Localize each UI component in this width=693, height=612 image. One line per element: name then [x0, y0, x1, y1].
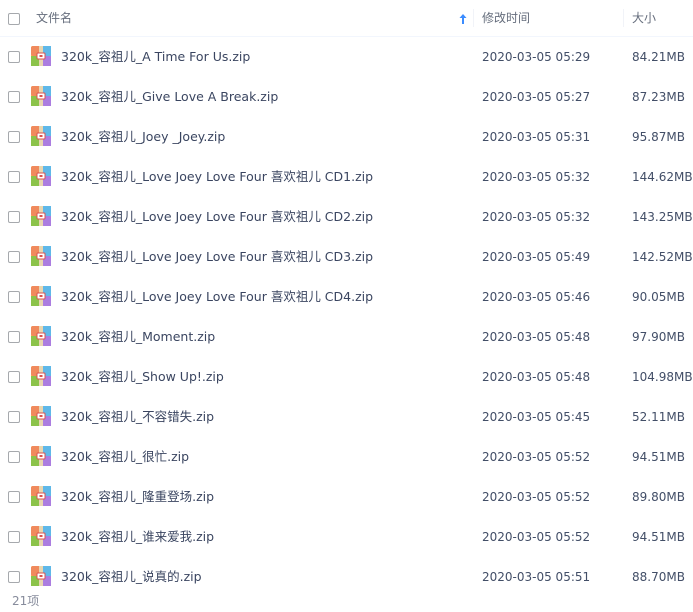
file-row[interactable]: 320k_容祖儿_A Time For Us.zip 2020-03-05 05:…: [0, 37, 693, 77]
row-checkbox[interactable]: [8, 211, 20, 223]
file-modified-date: 2020-03-05 05:49: [482, 250, 591, 264]
file-row[interactable]: 320k_容祖儿_Give Love A Break.zip 2020-03-05…: [0, 77, 693, 117]
file-name[interactable]: 320k_容祖儿_Give Love A Break.zip: [61, 77, 278, 117]
file-modified-date: 2020-03-05 05:32: [482, 210, 591, 224]
file-size: 144.62MB: [632, 170, 693, 184]
file-modified-date: 2020-03-05 05:46: [482, 290, 591, 304]
file-size: 94.51MB: [632, 530, 685, 544]
file-row[interactable]: 320k_容祖儿_不容错失.zip 2020-03-05 05:45 52.11MB: [0, 397, 693, 437]
file-size: 142.52MB: [632, 250, 693, 264]
file-row[interactable]: 320k_容祖儿_隆重登场.zip 2020-03-05 05:52 89.80MB: [0, 477, 693, 517]
file-size: 88.70MB: [632, 570, 685, 584]
file-row[interactable]: 320k_容祖儿_Love Joey Love Four 喜欢祖儿 CD2.zi…: [0, 197, 693, 237]
file-name[interactable]: 320k_容祖儿_Love Joey Love Four 喜欢祖儿 CD4.zi…: [61, 277, 373, 317]
zip-archive-icon: [31, 406, 51, 426]
zip-archive-icon: [31, 366, 51, 386]
file-size: 104.98MB: [632, 370, 693, 384]
zip-archive-icon: [31, 486, 51, 506]
file-name[interactable]: 320k_容祖儿_隆重登场.zip: [61, 477, 214, 517]
zip-archive-icon: [31, 326, 51, 346]
file-size: 84.21MB: [632, 50, 685, 64]
zip-archive-icon: [31, 166, 51, 186]
file-size: 95.87MB: [632, 130, 685, 144]
list-header: 文件名 修改时间 大小: [0, 0, 693, 37]
row-checkbox[interactable]: [8, 411, 20, 423]
file-row[interactable]: 320k_容祖儿_Love Joey Love Four 喜欢祖儿 CD3.zi…: [0, 237, 693, 277]
arrow-up-icon[interactable]: [458, 13, 468, 25]
row-checkbox[interactable]: [8, 331, 20, 343]
file-row[interactable]: 320k_容祖儿_Moment.zip 2020-03-05 05:48 97.90…: [0, 317, 693, 357]
select-all-checkbox[interactable]: [8, 13, 20, 25]
file-modified-date: 2020-03-05 05:52: [482, 530, 591, 544]
zip-archive-icon: [31, 86, 51, 106]
file-size: 89.80MB: [632, 490, 685, 504]
file-row[interactable]: 320k_容祖儿_Show Up!.zip 2020-03-05 05:48 104…: [0, 357, 693, 397]
file-list: 320k_容祖儿_A Time For Us.zip 2020-03-05 05:…: [0, 37, 693, 586]
zip-archive-icon: [31, 46, 51, 66]
column-header-size[interactable]: 大小: [632, 0, 656, 36]
file-size: 52.11MB: [632, 410, 685, 424]
zip-archive-icon: [31, 126, 51, 146]
file-name[interactable]: 320k_容祖儿_Moment.zip: [61, 317, 215, 357]
file-name[interactable]: 320k_容祖儿_Joey _Joey.zip: [61, 117, 225, 157]
zip-archive-icon: [31, 246, 51, 266]
file-row[interactable]: 320k_容祖儿_Love Joey Love Four 喜欢祖儿 CD4.zi…: [0, 277, 693, 317]
column-header-modified[interactable]: 修改时间: [482, 0, 530, 36]
file-row[interactable]: 320k_容祖儿_谁来爱我.zip 2020-03-05 05:52 94.51MB: [0, 517, 693, 557]
file-size: 94.51MB: [632, 450, 685, 464]
file-row[interactable]: 320k_容祖儿_很忙.zip 2020-03-05 05:52 94.51MB: [0, 437, 693, 477]
row-checkbox[interactable]: [8, 491, 20, 503]
file-modified-date: 2020-03-05 05:29: [482, 50, 591, 64]
file-name[interactable]: 320k_容祖儿_Love Joey Love Four 喜欢祖儿 CD3.zi…: [61, 237, 373, 277]
row-checkbox[interactable]: [8, 371, 20, 383]
row-checkbox[interactable]: [8, 291, 20, 303]
file-name[interactable]: 320k_容祖儿_不容错失.zip: [61, 397, 214, 437]
column-header-filename[interactable]: 文件名: [36, 0, 72, 36]
row-checkbox[interactable]: [8, 531, 20, 543]
column-divider[interactable]: [473, 9, 474, 27]
file-modified-date: 2020-03-05 05:51: [482, 570, 591, 584]
file-modified-date: 2020-03-05 05:32: [482, 170, 591, 184]
item-count: 21项: [12, 594, 40, 608]
column-divider[interactable]: [623, 9, 624, 27]
zip-archive-icon: [31, 446, 51, 466]
file-name[interactable]: 320k_容祖儿_说真的.zip: [61, 557, 202, 586]
row-checkbox[interactable]: [8, 91, 20, 103]
row-checkbox[interactable]: [8, 251, 20, 263]
file-modified-date: 2020-03-05 05:48: [482, 330, 591, 344]
row-checkbox[interactable]: [8, 451, 20, 463]
file-modified-date: 2020-03-05 05:52: [482, 490, 591, 504]
file-modified-date: 2020-03-05 05:27: [482, 90, 591, 104]
file-size: 143.25MB: [632, 210, 693, 224]
file-modified-date: 2020-03-05 05:31: [482, 130, 591, 144]
file-size: 97.90MB: [632, 330, 685, 344]
file-size: 90.05MB: [632, 290, 685, 304]
row-checkbox[interactable]: [8, 131, 20, 143]
file-row[interactable]: 320k_容祖儿_说真的.zip 2020-03-05 05:51 88.70MB: [0, 557, 693, 586]
zip-archive-icon: [31, 526, 51, 546]
file-modified-date: 2020-03-05 05:48: [482, 370, 591, 384]
file-name[interactable]: 320k_容祖儿_Show Up!.zip: [61, 357, 224, 397]
file-size: 87.23MB: [632, 90, 685, 104]
row-checkbox[interactable]: [8, 571, 20, 583]
file-modified-date: 2020-03-05 05:52: [482, 450, 591, 464]
file-row[interactable]: 320k_容祖儿_Joey _Joey.zip 2020-03-05 05:31 9…: [0, 117, 693, 157]
row-checkbox[interactable]: [8, 171, 20, 183]
file-name[interactable]: 320k_容祖儿_很忙.zip: [61, 437, 189, 477]
zip-archive-icon: [31, 206, 51, 226]
file-name[interactable]: 320k_容祖儿_Love Joey Love Four 喜欢祖儿 CD1.zi…: [61, 157, 373, 197]
row-checkbox[interactable]: [8, 51, 20, 63]
file-modified-date: 2020-03-05 05:45: [482, 410, 591, 424]
zip-archive-icon: [31, 566, 51, 586]
file-name[interactable]: 320k_容祖儿_谁来爱我.zip: [61, 517, 214, 557]
file-list-view: 文件名 修改时间 大小 320k_容祖儿_A Time For Us.zip 20…: [0, 0, 693, 612]
zip-archive-icon: [31, 286, 51, 306]
file-name[interactable]: 320k_容祖儿_A Time For Us.zip: [61, 37, 250, 77]
file-row[interactable]: 320k_容祖儿_Love Joey Love Four 喜欢祖儿 CD1.zi…: [0, 157, 693, 197]
file-name[interactable]: 320k_容祖儿_Love Joey Love Four 喜欢祖儿 CD2.zi…: [61, 197, 373, 237]
